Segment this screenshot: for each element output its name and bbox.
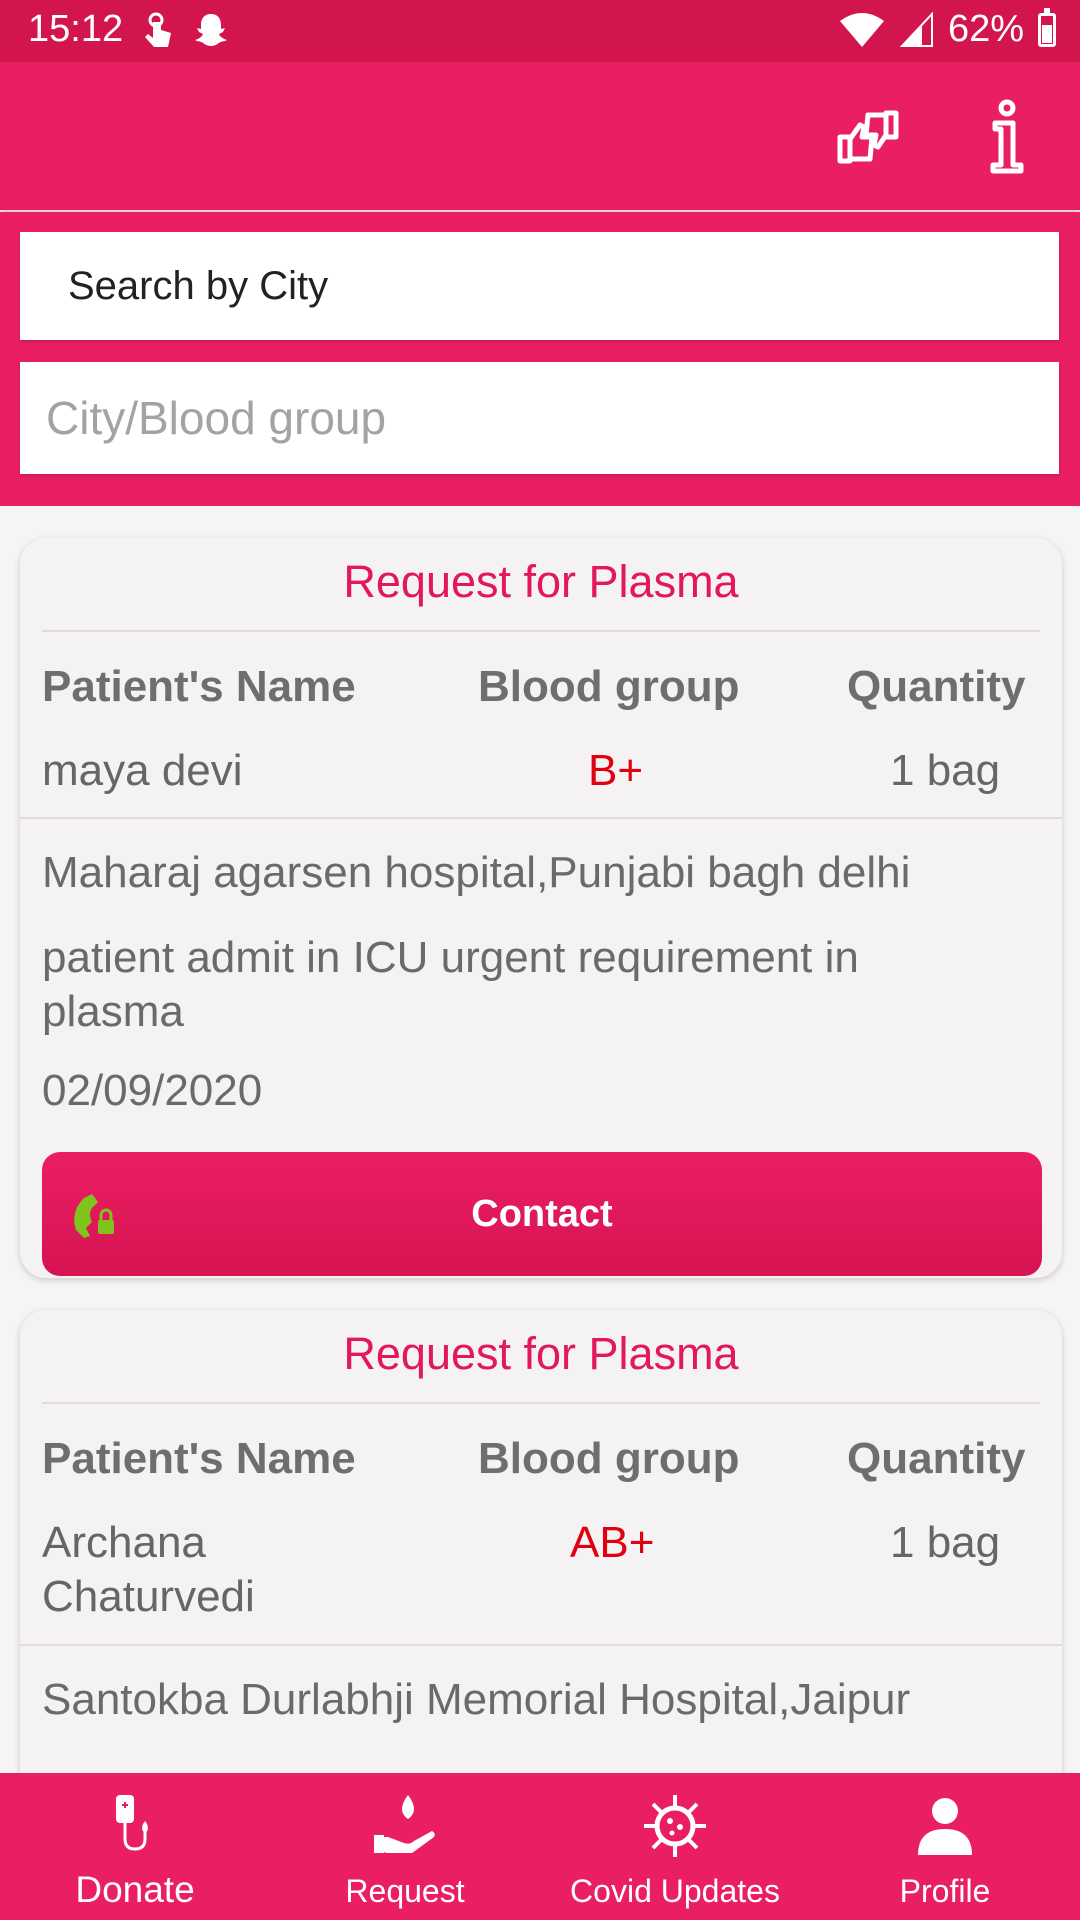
quantity-value: 1 bag [890,1518,1001,1567]
person-icon [918,1798,972,1855]
request-card: Request for Plasma Patient's Name Blood … [20,1310,1062,1830]
patient-name: Archana [42,1518,206,1567]
thumbs-up-down-icon [837,110,899,164]
wifi-icon [839,12,884,47]
nav-covid-updates[interactable]: Covid Updates [540,1773,810,1920]
nav-request-label: Request [345,1873,465,1909]
nav-profile-label: Profile [899,1873,991,1909]
notification-icons [142,10,230,50]
blood-group-value: AB+ [570,1518,655,1567]
divider [20,1644,1062,1646]
app-bar [0,62,1080,210]
request-card: Request for Plasma Patient's Name Blood … [20,538,1062,1278]
card-title: Request for Plasma [343,1328,739,1379]
divider [20,817,1062,819]
battery-icon [1038,7,1056,47]
touch-icon [145,12,171,47]
hospital-text: Maharaj agarsen hospital,Punjabi bagh de… [42,848,911,897]
signal-icon [899,11,933,47]
blood-bag-icon [116,1795,148,1851]
quantity-value: 1 bag [890,746,1001,795]
nav-donate-label: Donate [75,1869,195,1910]
quantity-header: Quantity [847,1434,1026,1483]
quantity-header: Quantity [847,662,1026,711]
nav-request[interactable]: Request [270,1773,540,1920]
nav-donate[interactable]: Donate [0,1773,270,1920]
search-input[interactable]: City/Blood group [20,362,1059,474]
status-time: 15:12 [28,8,124,50]
blood-group-value: B+ [588,746,644,795]
blood-group-header: Blood group [478,662,740,711]
patient-name-line2: Chaturvedi [42,1572,255,1621]
blood-group-header: Blood group [478,1434,740,1483]
hand-drop-icon [374,1795,435,1853]
search-by-city-label[interactable]: Search by City [20,232,1059,340]
info-icon [990,99,1024,174]
patient-name-header: Patient's Name [42,662,356,711]
date-text: 02/09/2020 [42,1066,263,1115]
patient-name-header: Patient's Name [42,1434,356,1483]
note-text: patient admit in ICU urgent requirement … [42,933,859,1036]
snapchat-icon [195,14,227,46]
nav-profile[interactable]: Profile [810,1773,1080,1920]
status-bar: 15:12 62% [0,0,1080,62]
bottom-nav: Donate Request Covid Updates Profile [0,1773,1080,1920]
phone-lock-icon [74,1194,114,1238]
contact-button[interactable]: Contact [42,1152,1042,1276]
contact-label: Contact [471,1193,613,1235]
virus-icon [644,1795,706,1857]
battery-percent: 62% [947,8,1024,50]
nav-covid-updates-label: Covid Updates [570,1873,780,1909]
info-button[interactable] [972,99,1042,174]
feedback-button[interactable] [833,102,903,172]
hospital-text: Santokba Durlabhji Memorial Hospital,Jai… [42,1675,911,1724]
card-title: Request for Plasma [343,556,739,607]
patient-name: maya devi [42,746,243,795]
